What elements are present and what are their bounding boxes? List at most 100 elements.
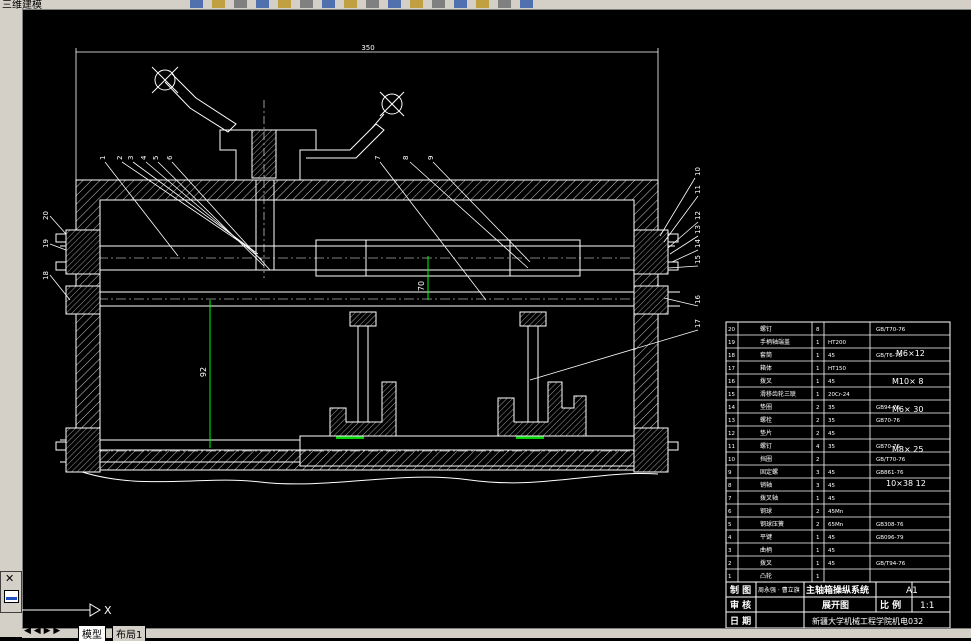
overall-dimension xyxy=(75,48,659,180)
part-name: 平键 xyxy=(760,533,772,541)
callout-4: 4 xyxy=(140,155,148,160)
part-material: 45 xyxy=(828,561,835,567)
part-name: 手柄轴端盖 xyxy=(760,338,790,346)
parts-row: 9 固定螺 3 45 GB861-76 xyxy=(728,468,904,476)
zoom-window-icon[interactable] xyxy=(432,0,445,8)
callout-9: 9 xyxy=(427,156,435,160)
part-standard: GB70-76 xyxy=(876,444,901,450)
callout-11: 11 xyxy=(694,185,702,194)
part-name: 拨叉轴 xyxy=(760,494,778,502)
part-name: 垫片 xyxy=(760,429,772,437)
callout-10: 10 xyxy=(694,167,702,176)
part-material: 45 xyxy=(828,431,835,437)
part-qty: 1 xyxy=(816,535,820,541)
parts-list-table: 20 螺钉 8 GB/T70-7619 手柄轴端盖 1 HT20018 套筒 1 45 GB/T6-… xyxy=(725,321,951,583)
pan-icon[interactable] xyxy=(388,0,401,8)
part-standard: GB/T70-76 xyxy=(876,327,906,333)
callout-14: 14 xyxy=(694,239,702,248)
title-drawing-name: 主轴箱操纵系统 xyxy=(806,584,869,596)
callout-2: 2 xyxy=(116,156,124,160)
palette-icon[interactable] xyxy=(4,590,19,603)
callout-17: 17 xyxy=(694,319,702,328)
part-name: 套筒 xyxy=(760,351,772,359)
part-no: 6 xyxy=(728,509,732,515)
cut-icon[interactable] xyxy=(278,0,291,8)
part-qty: 2 xyxy=(816,405,820,411)
close-icon[interactable]: ✕ xyxy=(5,573,14,585)
part-standard: GB70-76 xyxy=(876,418,901,424)
parts-row: 12 垫片 2 45 xyxy=(728,429,835,437)
parts-row: 17 箱体 1 HT150 xyxy=(728,364,846,372)
part-qty: 1 xyxy=(816,496,820,502)
part-name: 拨叉 xyxy=(760,559,772,567)
fork-rod xyxy=(66,291,680,307)
leader-line-1 xyxy=(104,161,179,257)
callout-8: 8 xyxy=(402,156,410,160)
leader-line-20 xyxy=(49,215,67,235)
open-icon[interactable] xyxy=(212,0,225,8)
tool-palette[interactable]: ✕ xyxy=(0,571,22,613)
new-icon[interactable] xyxy=(190,0,203,8)
print-icon[interactable] xyxy=(256,0,269,8)
parts-row: 5 钢球压簧 2 65Mn GB308-76 xyxy=(728,520,904,528)
title-date-label: 日 期 xyxy=(730,615,751,627)
leader-line-8 xyxy=(409,161,529,269)
title-school: 新疆大学机械工程学院机电032 xyxy=(812,616,923,626)
callout-1: 1 xyxy=(99,156,107,160)
part-material: 45 xyxy=(828,548,835,554)
part-qty: 1 xyxy=(816,392,820,398)
save-icon[interactable] xyxy=(234,0,247,8)
leader-line-4 xyxy=(145,161,263,261)
dimension-92: 92 xyxy=(199,367,208,377)
part-standard: GB308-76 xyxy=(876,522,904,528)
text-icon[interactable] xyxy=(476,0,489,8)
part-material: 45 xyxy=(828,470,835,476)
part-no: 12 xyxy=(728,431,735,437)
layer-icon[interactable] xyxy=(520,0,533,8)
tab-model[interactable]: 模型 xyxy=(78,626,106,641)
callout-7: 7 xyxy=(374,156,382,160)
part-no: 19 xyxy=(728,340,735,346)
part-name: 钢球 xyxy=(760,507,772,515)
zoom-previous-icon[interactable] xyxy=(454,0,467,8)
leader-line-9 xyxy=(432,161,531,263)
part-qty: 2 xyxy=(816,522,820,528)
part-name: 曲柄 xyxy=(760,546,772,554)
zoom-realtime-icon[interactable] xyxy=(410,0,423,8)
part-qty: 1 xyxy=(816,574,820,580)
parts-row: 11 螺钉 4 35 GB70-76 xyxy=(728,442,901,450)
redo-icon[interactable] xyxy=(366,0,379,8)
drawing-canvas[interactable]: 350 70 92 1 2 3 4 5 6 7 8 91011121314151… xyxy=(22,9,971,628)
undo-icon[interactable] xyxy=(344,0,357,8)
callout-16: 16 xyxy=(694,295,702,304)
properties-icon[interactable] xyxy=(498,0,511,8)
part-no: 11 xyxy=(728,444,735,450)
part-qty: 2 xyxy=(816,431,820,437)
part-material: 45 xyxy=(828,496,835,502)
parts-row: 10 挡圈 2 GB/T70-76 xyxy=(728,455,906,463)
tab-layout1[interactable]: 布局1 xyxy=(112,626,147,641)
title-subtitle: 展开图 xyxy=(822,600,849,611)
parts-row: 19 手柄轴端盖 1 HT200 xyxy=(728,338,846,346)
draw-toolbar xyxy=(0,9,23,637)
part-material: HT200 xyxy=(828,340,846,346)
part-standard: GB94-76 xyxy=(876,405,901,411)
copy-icon[interactable] xyxy=(300,0,313,8)
paste-icon[interactable] xyxy=(322,0,335,8)
part-qty: 3 xyxy=(816,483,820,489)
part-material: 45 xyxy=(828,353,835,359)
tab-nav-buttons[interactable]: ◀ ◀ ▶ ▶ xyxy=(24,626,60,636)
parts-row: 8 销轴 3 45 xyxy=(728,481,835,489)
part-material: HT150 xyxy=(828,366,846,372)
title-scale: 1:1 xyxy=(920,601,934,611)
part-standard: GB096-79 xyxy=(876,535,904,541)
part-material: 35 xyxy=(828,444,835,450)
callout-3: 3 xyxy=(127,156,135,160)
title-check-label: 审 核 xyxy=(730,599,751,611)
overall-dimension-value: 350 xyxy=(361,44,374,52)
part-qty: 8 xyxy=(816,327,820,333)
part-material: 45 xyxy=(828,379,835,385)
parts-row: 4 平键 1 45 GB096-79 xyxy=(728,533,904,541)
callout-13: 13 xyxy=(694,225,702,234)
part-no: 9 xyxy=(728,470,732,476)
